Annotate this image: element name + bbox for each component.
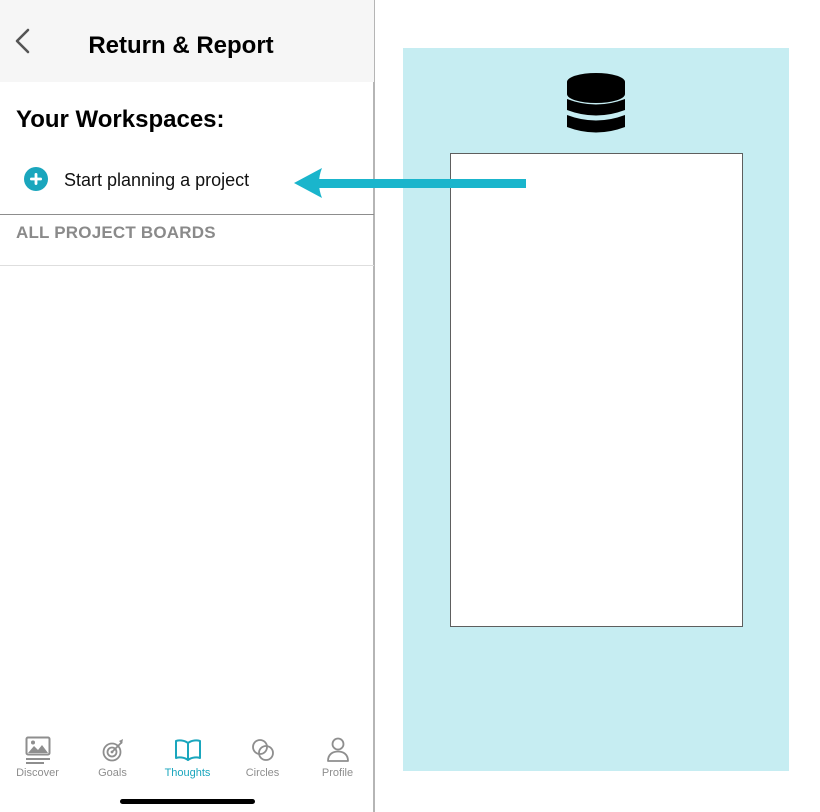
divider — [0, 214, 374, 215]
tab-label: Profile — [321, 767, 354, 779]
home-indicator — [120, 799, 255, 804]
diagram-panel — [403, 48, 789, 771]
tab-label: Circles — [245, 767, 280, 779]
circles-icon — [251, 739, 274, 761]
all-project-boards-header: ALL PROJECT BOARDS — [16, 223, 216, 242]
tab-label: Discover — [16, 767, 59, 779]
database-icon — [567, 73, 625, 133]
workspaces-heading: Your Workspaces: — [16, 106, 225, 133]
tab-circles[interactable]: Circles — [225, 728, 300, 784]
person-icon — [326, 737, 349, 762]
start-planning-label: Start planning a project — [64, 170, 250, 190]
target-icon — [102, 739, 123, 762]
page-title: Return & Report — [88, 32, 274, 59]
phone-screen: Return & Report Your Workspaces: Start p… — [0, 0, 375, 812]
tab-bar: Discover Goals Thoughts Circles Profile — [0, 728, 374, 784]
page: Return & Report Your Workspaces: Start p… — [0, 0, 820, 812]
tab-label: Goals — [98, 767, 127, 779]
tab-thoughts[interactable]: Thoughts — [150, 728, 225, 784]
navigation-bar: Return & Report — [0, 0, 374, 82]
divider — [0, 265, 374, 266]
image-icon — [25, 736, 50, 764]
tab-profile[interactable]: Profile — [300, 728, 375, 784]
book-icon — [174, 739, 201, 761]
tab-discover[interactable]: Discover — [0, 728, 75, 784]
empty-container-box — [450, 153, 743, 627]
plus-circle-icon — [24, 167, 48, 191]
tab-goals[interactable]: Goals — [75, 728, 150, 784]
tab-label: Thoughts — [164, 767, 211, 779]
arrow-left-icon — [294, 168, 526, 198]
